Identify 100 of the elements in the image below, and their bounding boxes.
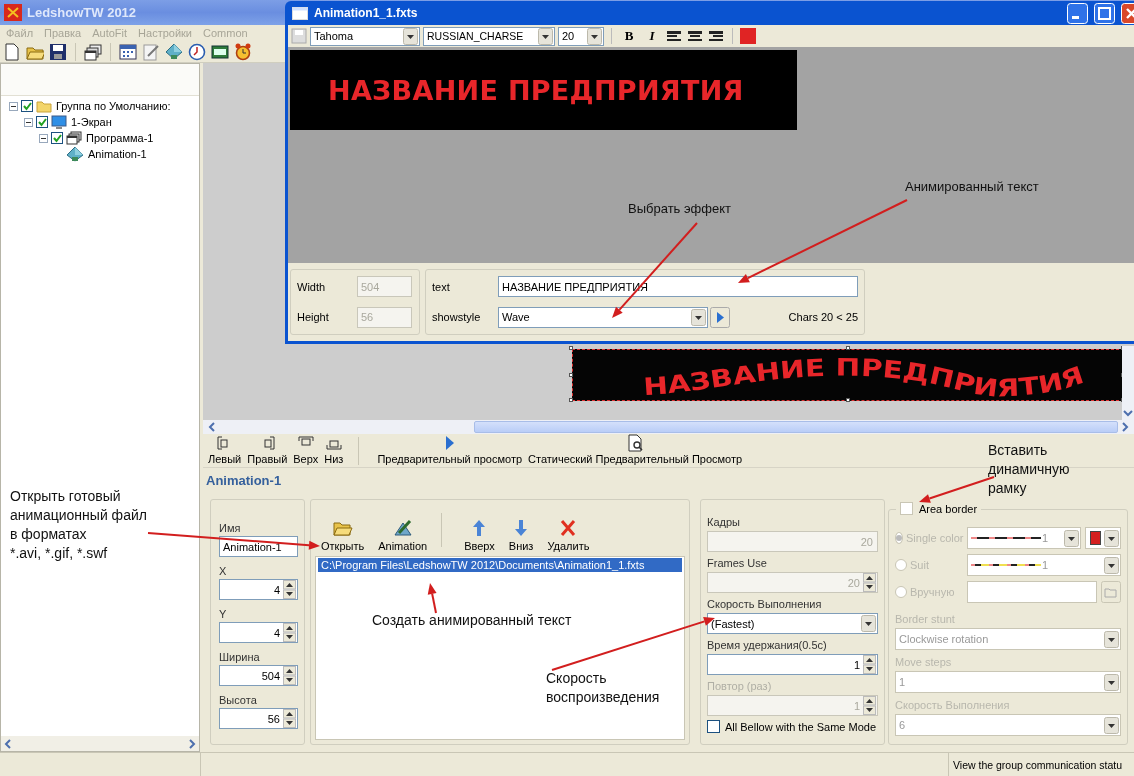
number-field[interactable]: 4 <box>219 579 298 600</box>
field-label: Повтор (раз) <box>707 680 773 692</box>
bold-button[interactable]: B <box>619 28 639 44</box>
spinner-icon[interactable] <box>283 709 296 728</box>
dropdown-field[interactable]: Wave <box>498 306 708 328</box>
window-title: Animation1_1.fxts <box>314 6 419 20</box>
calendar-icon[interactable] <box>119 42 137 61</box>
toolbar-button[interactable]: Левый <box>205 434 245 465</box>
italic-button[interactable]: I <box>642 28 662 44</box>
tree-item[interactable]: Animation-1 <box>87 148 148 160</box>
notepad-icon[interactable] <box>142 42 160 61</box>
number-field[interactable]: 504 <box>219 665 298 686</box>
number-field[interactable]: 4 <box>219 622 298 643</box>
spinner-icon[interactable] <box>283 623 296 642</box>
toolbar-button[interactable]: Вверх <box>458 519 501 552</box>
toolbar-button[interactable]: Предварительный просмотр <box>374 434 526 465</box>
field-label: Кадры <box>707 516 741 528</box>
scroll-right-icon[interactable] <box>1120 421 1130 433</box>
maximize-button[interactable] <box>1094 2 1115 24</box>
color-dropdown[interactable] <box>1085 527 1121 549</box>
led-preview[interactable]: НАЗВАНИЕ ПРЕДПРИЯТИЯ <box>572 349 1124 401</box>
annotation-text: Скорость воспроизведения <box>546 669 660 708</box>
scroll-left-icon[interactable] <box>3 737 13 750</box>
number-field[interactable]: 56 <box>219 708 298 729</box>
toolbar-button[interactable]: Удалить <box>541 519 596 552</box>
wave-text: НАЗВАНИЕ ПРЕДПРИЯТИЯ <box>642 353 1084 403</box>
horizontal-scrollbar[interactable] <box>1 736 199 751</box>
size-dropdown[interactable]: 20 <box>558 26 604 46</box>
clock-icon[interactable] <box>188 42 206 61</box>
spinner-icon[interactable] <box>283 666 296 685</box>
expand-toggle[interactable] <box>9 101 18 111</box>
app-logo-icon <box>4 4 22 21</box>
tree-item[interactable]: Группа по Умолчанию: <box>55 100 172 112</box>
field-label: Width <box>297 280 327 293</box>
toolbar-button[interactable]: Animation <box>372 519 434 552</box>
toolbar-button[interactable]: Открыть <box>315 519 371 552</box>
new-document-icon[interactable] <box>3 42 21 61</box>
annotation-text: Вставить динамичную рамку <box>988 441 1070 499</box>
tree-item[interactable]: Программа-1 <box>85 132 155 144</box>
annotation-text: Создать анимированный текст <box>372 611 572 630</box>
display-text: НАЗВАНИЕ ПРЕДПРИЯТИЯ <box>328 74 744 106</box>
field-label: Height <box>297 311 330 324</box>
pyramid-icon[interactable] <box>165 42 183 61</box>
horizontal-scrollbar[interactable] <box>203 420 1134 434</box>
pencil-drawing-icon <box>392 519 413 537</box>
file-path-field[interactable] <box>967 581 1097 603</box>
align-center-icon[interactable] <box>686 29 704 43</box>
minimize-button[interactable] <box>1067 2 1088 24</box>
spinner-icon[interactable] <box>863 655 876 674</box>
dropdown-field[interactable]: (Fastest) <box>707 613 878 634</box>
toolbar-button[interactable]: Верх <box>290 434 322 465</box>
pyramid-icon <box>66 146 84 162</box>
checkbox[interactable] <box>51 132 63 144</box>
toolbar-button[interactable]: Правый <box>244 434 291 465</box>
field-label: text <box>432 280 451 293</box>
field-label: X <box>219 565 228 577</box>
number-field[interactable]: 1 <box>707 654 878 675</box>
scroll-left-icon[interactable] <box>207 421 217 433</box>
window-stack-icon[interactable] <box>84 42 102 61</box>
annotation-arrow <box>427 583 437 614</box>
checkbox[interactable] <box>707 720 720 733</box>
color-swatch-icon <box>1090 531 1101 545</box>
expand-toggle[interactable] <box>39 133 48 143</box>
spinner-icon[interactable] <box>283 580 296 599</box>
save-icon[interactable] <box>49 42 67 61</box>
list-item[interactable]: C:\Program Files\LedshowTW 2012\Documents\Animation1_1.fxts <box>318 558 682 572</box>
checkbox[interactable] <box>36 116 48 128</box>
color-swatch-icon[interactable] <box>740 28 756 44</box>
radio-button[interactable] <box>895 532 903 544</box>
vertical-scrollbar[interactable] <box>1122 346 1134 420</box>
radio-button[interactable] <box>895 559 907 571</box>
annotation-text: Анимированный текст <box>905 178 1039 196</box>
document-magnifier-icon <box>626 434 645 452</box>
font-dropdown[interactable]: Tahoma <box>310 26 420 46</box>
display-icon[interactable] <box>211 42 229 61</box>
name-field[interactable]: Animation-1 <box>219 536 298 557</box>
caret-icon <box>1064 529 1079 547</box>
checkbox[interactable] <box>21 100 33 112</box>
field-label: Ширина <box>219 651 261 663</box>
radio-button[interactable] <box>895 586 907 598</box>
alarm-clock-icon[interactable] <box>234 42 252 61</box>
caret-icon <box>1104 630 1119 648</box>
field-label: Время удержания(0.5c) <box>707 639 828 651</box>
tree-item[interactable]: 1-Экран <box>70 116 113 128</box>
toolbar-button[interactable]: Вниз <box>502 519 540 552</box>
expand-toggle[interactable] <box>24 117 33 127</box>
play-icon <box>445 436 454 450</box>
line-style-icon <box>971 535 1041 541</box>
char-count: Chars 20 < 25 <box>787 311 858 324</box>
field-label: Frames Use <box>707 557 768 569</box>
checkbox-label: Area border <box>919 502 978 515</box>
play-button[interactable] <box>710 306 730 328</box>
toolbar-button[interactable]: Статический Предварительный Просмотр <box>525 434 746 465</box>
charset-dropdown[interactable]: RUSSIAN_CHARSE <box>423 26 555 46</box>
scroll-right-icon[interactable] <box>187 737 197 750</box>
align-right-icon[interactable] <box>707 29 725 43</box>
delete-icon <box>560 519 577 537</box>
toolbar-button[interactable]: Низ <box>321 434 347 465</box>
folder-icon <box>36 99 52 113</box>
align-left-icon[interactable] <box>665 29 683 43</box>
